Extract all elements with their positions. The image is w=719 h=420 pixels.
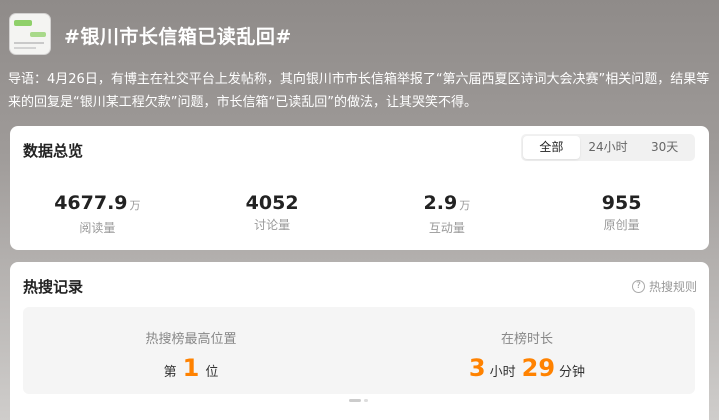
- pager-dot: [364, 399, 368, 402]
- topic-intro: 导语：4月26日，有博主在社交平台上发帖称，其向银川市市长信箱举报了“第六届西夏…: [8, 72, 710, 110]
- hot-rules-link[interactable]: ? 热搜规则: [631, 278, 697, 295]
- duration-hours-unit: 小时: [489, 365, 516, 380]
- overview-card: 数据总览 全部 24小时 30天 4677.9 万 阅读量 4052 讨论量 2.…: [10, 126, 709, 250]
- peak-label: 热搜榜最高位置: [145, 332, 237, 347]
- stat-reads-unit: 万: [129, 199, 141, 212]
- hot-rules-label: 热搜规则: [648, 280, 697, 294]
- on-list-duration: 在榜时长 3 小时 29 分钟: [359, 307, 695, 382]
- peak-prefix: 第: [163, 365, 177, 380]
- overview-title: 数据总览: [23, 142, 84, 160]
- hot-search-card: 热搜记录 ? 热搜规则 热搜榜最高位置 第 1 位 在榜时长 3 小时 29 分…: [10, 262, 709, 420]
- stat-originals-label: 原创量: [603, 218, 640, 232]
- stat-interactions-label: 互动量: [428, 221, 465, 235]
- stat-discussions: 4052 讨论量: [185, 192, 360, 236]
- hot-search-summary: 热搜榜最高位置 第 1 位 在榜时长 3 小时 29 分钟: [23, 307, 695, 394]
- peak-suffix: 位: [205, 365, 219, 380]
- duration-hours: 3: [468, 354, 486, 382]
- question-icon: ?: [631, 280, 645, 293]
- time-filter: 全部 24小时 30天: [521, 134, 695, 161]
- stat-discussions-label: 讨论量: [254, 218, 291, 232]
- duration-minutes: 29: [521, 354, 556, 382]
- filter-all[interactable]: 全部: [523, 136, 580, 159]
- hot-search-title: 热搜记录: [23, 278, 84, 296]
- peak-position: 热搜榜最高位置 第 1 位: [23, 307, 359, 382]
- stat-interactions-value: 2.9: [423, 192, 458, 214]
- duration-minutes-unit: 分钟: [559, 365, 586, 380]
- stat-reads-value: 4677.9: [54, 192, 128, 214]
- peak-value: 1: [182, 354, 200, 382]
- stat-reads: 4677.9 万 阅读量: [10, 192, 185, 236]
- stats-row: 4677.9 万 阅读量 4052 讨论量 2.9 万 互动量 955 原创量: [10, 192, 709, 236]
- pager-dot-active: [349, 399, 361, 402]
- stat-interactions-unit: 万: [459, 199, 471, 212]
- stat-originals: 955 原创量: [534, 192, 709, 236]
- filter-24h[interactable]: 24小时: [580, 136, 637, 159]
- topic-title: #银川市长信箱已读乱回#: [64, 26, 292, 48]
- stat-discussions-value: 4052: [245, 192, 299, 214]
- filter-30d[interactable]: 30天: [636, 136, 693, 159]
- stat-reads-label: 阅读量: [79, 221, 116, 235]
- duration-label: 在榜时长: [500, 332, 553, 347]
- topic-thumbnail[interactable]: [10, 14, 50, 54]
- topic-header: #银川市长信箱已读乱回# 导语：4月26日，有博主在社交平台上发帖称，其向银川市…: [0, 0, 719, 128]
- pager-dots[interactable]: [349, 399, 368, 402]
- stat-interactions: 2.9 万 互动量: [360, 192, 535, 236]
- stat-originals-value: 955: [601, 192, 642, 214]
